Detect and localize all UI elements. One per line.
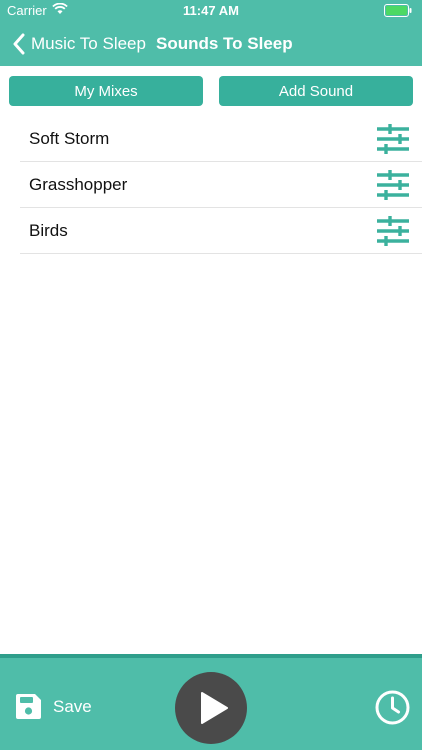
battery-icon — [384, 4, 412, 17]
list-item[interactable]: Grasshopper — [20, 162, 422, 208]
list-item[interactable]: Birds — [20, 208, 422, 254]
sliders-icon[interactable] — [376, 215, 410, 247]
back-button[interactable]: Music To Sleep — [12, 32, 146, 56]
my-mixes-button[interactable]: My Mixes — [9, 76, 203, 106]
status-time: 11:47 AM — [183, 3, 239, 18]
save-button[interactable]: Save — [16, 694, 92, 719]
back-label: Music To Sleep — [31, 34, 146, 53]
app-header: Carrier 11:47 AM Music To Sleep Sounds T… — [0, 0, 422, 66]
sliders-icon[interactable] — [376, 123, 410, 155]
list-item[interactable]: Soft Storm — [20, 116, 422, 162]
save-label: Save — [53, 696, 92, 716]
sliders-icon[interactable] — [376, 169, 410, 201]
status-bar: Carrier 11:47 AM — [0, 0, 422, 22]
sound-label: Soft Storm — [29, 128, 110, 148]
sound-list: Soft Storm Grasshopper Birds — [20, 116, 422, 254]
clock-icon[interactable] — [375, 690, 410, 725]
sound-label: Grasshopper — [29, 174, 128, 194]
nav-bar: Music To Sleep Sounds To Sleep — [0, 22, 422, 66]
chevron-left-icon — [13, 33, 25, 55]
play-icon — [201, 692, 228, 724]
save-icon — [16, 694, 41, 719]
page-title: Sounds To Sleep — [156, 34, 293, 53]
player-bar: Save — [0, 654, 422, 750]
sound-label: Birds — [29, 220, 68, 240]
play-button[interactable] — [175, 672, 247, 744]
add-sound-button[interactable]: Add Sound — [219, 76, 413, 106]
